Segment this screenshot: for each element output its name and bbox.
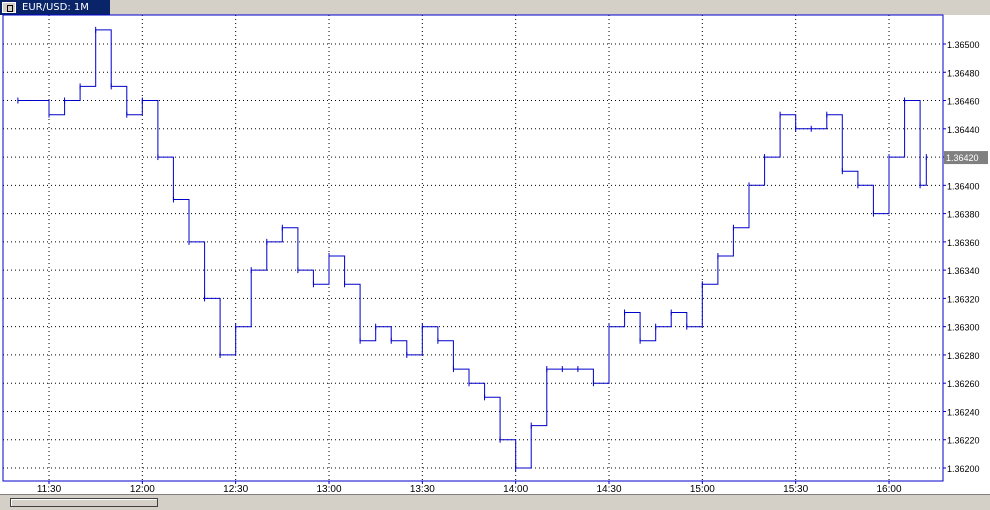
y-tick-label: 1.36340 [947, 266, 980, 276]
y-tick-label: 1.36360 [947, 238, 980, 248]
x-tick-label: 12:30 [223, 484, 248, 494]
y-tick-label: 1.36300 [947, 323, 980, 333]
y-tick-label: 1.36460 [947, 97, 980, 107]
current-price-label: 1.36420 [946, 153, 979, 163]
x-tick-label: 12:00 [130, 484, 155, 494]
x-tick-label: 15:00 [690, 484, 715, 494]
y-tick-label: 1.36200 [947, 464, 980, 474]
x-tick-label: 13:00 [316, 484, 341, 494]
chart-scrollbar[interactable] [0, 494, 990, 510]
x-tick-label: 16:00 [876, 484, 901, 494]
y-tick-label: 1.36220 [947, 436, 980, 446]
scrollbar-track[interactable] [160, 498, 980, 507]
x-tick-label: 11:30 [37, 484, 62, 494]
x-tick-label: 14:00 [503, 484, 528, 494]
y-tick-label: 1.36240 [947, 407, 980, 417]
y-tick-label: 1.36480 [947, 68, 980, 78]
x-tick-label: 14:30 [596, 484, 621, 494]
current-price-tag: 1.36420 [944, 151, 988, 165]
y-tick-label: 1.36440 [947, 125, 980, 135]
x-tick-label: 15:30 [783, 484, 808, 494]
y-tick-label: 1.36320 [947, 294, 980, 304]
y-tick-label: 1.36280 [947, 351, 980, 361]
y-tick-label: 1.36400 [947, 181, 980, 191]
y-tick-label: 1.36380 [947, 210, 980, 220]
y-tick-label: 1.36260 [947, 379, 980, 389]
price-chart[interactable]: 1.36500 1.36480 1.36460 1.36440 1.36420 1.364… [0, 0, 990, 494]
y-tick-label: 1.36500 [947, 40, 980, 50]
scrollbar-thumb[interactable] [10, 498, 158, 507]
x-tick-label: 13:30 [410, 484, 435, 494]
chart-background [0, 15, 990, 494]
